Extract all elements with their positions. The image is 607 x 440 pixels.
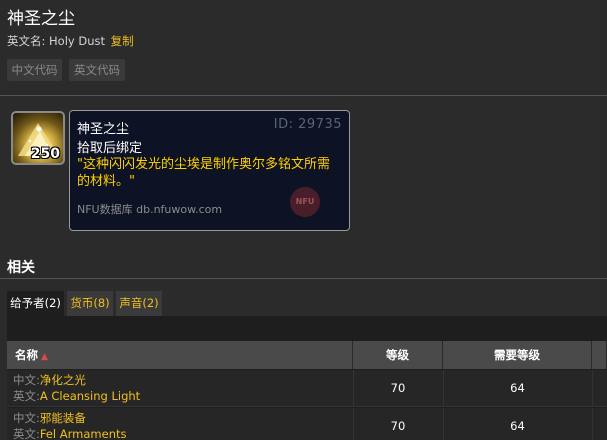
level-cell: 70: [390, 381, 406, 395]
tooltip-description: "这种闪闪发光的尘埃是制作奥尔多铭文所需的材料。": [77, 157, 330, 189]
quest-link-en[interactable]: Fel Armaments: [40, 427, 127, 440]
tooltip-bind-type: 拾取后绑定: [77, 141, 143, 156]
divider: [0, 95, 607, 96]
nfu-logo: NFU: [290, 187, 320, 217]
english-name-label: 英文名:: [7, 34, 46, 48]
english-code-button[interactable]: 英文代码: [69, 59, 125, 81]
english-name-value: Holy Dust: [49, 34, 106, 48]
table-row: 中文:邪能装备 英文:Fel Armaments 70 64: [7, 408, 607, 440]
holy-dust-icon[interactable]: 250: [11, 111, 65, 165]
req-level-cell: 64: [510, 419, 525, 433]
divider: [0, 278, 607, 279]
tab-givers[interactable]: 给予者(2): [7, 291, 64, 316]
item-tooltip: 神圣之尘 ID: 29735 拾取后绑定 "这种闪闪发光的尘埃是制作奥尔多铭文所…: [69, 110, 350, 231]
quest-link-cn[interactable]: 净化之光: [40, 373, 86, 387]
column-separator: [592, 408, 593, 440]
en-prefix: 英文:: [13, 427, 40, 440]
column-header-req-level[interactable]: 需要等级: [443, 341, 592, 369]
tab-sounds[interactable]: 声音(2): [116, 291, 162, 316]
column-header-name[interactable]: 名称 ▲: [7, 341, 353, 369]
tooltip-item-name: 神圣之尘: [77, 122, 130, 137]
stack-count: 250: [30, 146, 60, 162]
quest-link-en[interactable]: A Cleansing Light: [40, 389, 140, 403]
quest-link-cn[interactable]: 邪能装备: [40, 411, 86, 425]
cn-prefix: 中文:: [13, 373, 40, 387]
related-section-title: 相关: [7, 260, 35, 276]
chinese-code-button[interactable]: 中文代码: [7, 59, 62, 81]
tooltip-source: NFU数据库 db.nfuwow.com: [77, 203, 223, 216]
level-cell: 70: [390, 419, 406, 433]
page-title: 神圣之尘: [7, 9, 75, 29]
tab-currency[interactable]: 货币(8): [67, 291, 113, 316]
table-row: 中文:净化之光 英文:A Cleansing Light 70 64: [7, 370, 607, 407]
copy-button[interactable]: 复制: [111, 34, 134, 48]
english-name-row: 英文名: Holy Dust 复制: [7, 33, 134, 49]
en-prefix: 英文:: [13, 389, 40, 403]
column-header-level[interactable]: 等级: [353, 341, 443, 369]
column-header-extra: [592, 341, 607, 369]
related-table: 名称 ▲ 等级 需要等级 中文:净化之光 英文:A Cleansing Light…: [7, 316, 607, 440]
cn-prefix: 中文:: [13, 411, 40, 425]
req-level-cell: 64: [510, 381, 525, 395]
sort-asc-icon: ▲: [41, 352, 48, 362]
column-separator: [592, 370, 593, 407]
tooltip-item-id: ID: 29735: [273, 117, 342, 132]
column-header-name-label: 名称: [15, 348, 38, 362]
